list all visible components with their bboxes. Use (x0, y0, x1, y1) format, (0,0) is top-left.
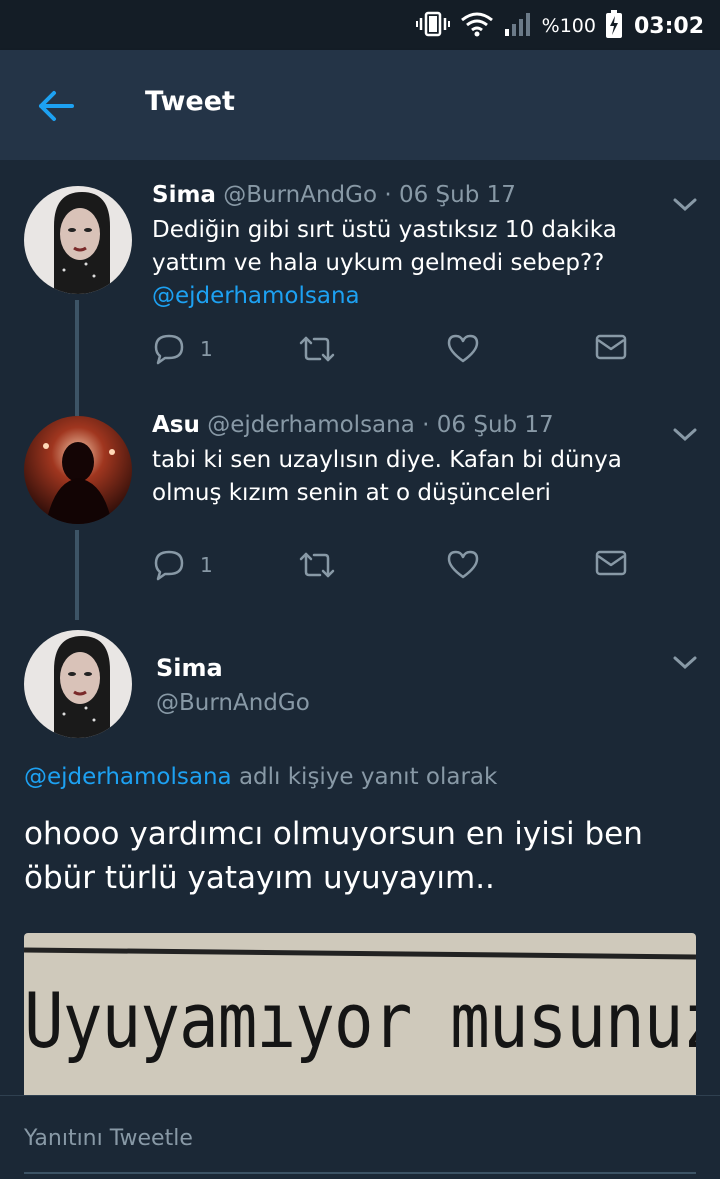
battery-percent: %100 (541, 15, 596, 37)
tweet-actions: 1 (152, 548, 642, 588)
page-title: Tweet (145, 86, 235, 117)
status-icons: %100 03:02 (415, 10, 704, 42)
tweet-actions: 1 (152, 332, 642, 372)
retweet-button[interactable] (298, 548, 336, 582)
tweet-text-body: Dediğin gibi sırt üstü yastıksız 10 daki… (152, 217, 617, 276)
status-bar: %100 03:02 (0, 0, 720, 50)
chevron-down-icon[interactable] (672, 426, 698, 444)
image-rule (24, 947, 696, 960)
avatar[interactable] (24, 630, 132, 738)
tweet-header: Asu @ejderhamolsana · 06 Şub 17 (152, 412, 554, 438)
direct-message-button[interactable] (594, 332, 628, 362)
author-name[interactable]: Sima (156, 654, 223, 682)
author-name[interactable]: Asu (152, 412, 200, 438)
reply-count: 1 (200, 553, 213, 577)
tweet-text: ohooo yardımcı olmuyorsun en iyisi ben ö… (24, 816, 643, 896)
mention-link[interactable]: @ejderhamolsana (24, 764, 232, 790)
reply-context-text: adlı kişiye yanıt olarak (231, 764, 498, 790)
tweet-text: Dediğin gibi sırt üstü yastıksız 10 daki… (152, 214, 682, 313)
reply-count: 1 (200, 337, 213, 361)
author-handle[interactable]: @ejderhamolsana (207, 412, 415, 438)
reply-placeholder: Yanıtını Tweetle (24, 1126, 193, 1151)
thread-connector (75, 530, 79, 620)
direct-message-button[interactable] (594, 548, 628, 578)
envelope-icon (595, 550, 627, 576)
heart-icon (447, 334, 479, 363)
reply-icon (154, 550, 184, 581)
tweet-date: · 06 Şub 17 (384, 182, 516, 208)
thread-tweet[interactable]: Sima @BurnAndGo · 06 Şub 17 Dediğin gibi… (0, 160, 720, 390)
tweet-date: · 06 Şub 17 (422, 412, 554, 438)
tweet-thread: Sima @BurnAndGo · 06 Şub 17 Dediğin gibi… (0, 160, 720, 1095)
envelope-icon (595, 334, 627, 360)
signal-icon (504, 11, 532, 41)
back-arrow-icon (39, 91, 74, 121)
reply-context: @ejderhamolsana adlı kişiye yanıt olarak (24, 764, 497, 790)
thread-tweet[interactable]: Asu @ejderhamolsana · 06 Şub 17 tabi ki … (0, 390, 720, 620)
clock: 03:02 (633, 13, 704, 39)
tweet-text: tabi ki sen uzaylısın diye. Kafan bi dün… (152, 447, 622, 506)
heart-icon (447, 550, 479, 579)
retweet-button[interactable] (298, 332, 336, 366)
vibrate-icon (415, 11, 450, 41)
tweet-header: Sima @BurnAndGo · 06 Şub 17 (152, 182, 516, 208)
author-name[interactable]: Sima (152, 182, 216, 208)
tweet-image[interactable]: Uyuyamıyor musunuz (24, 933, 696, 1095)
reply-button[interactable]: 1 (152, 548, 213, 582)
wifi-icon (460, 11, 494, 41)
reply-icon (154, 334, 184, 365)
chevron-down-icon[interactable] (672, 654, 698, 672)
reply-input[interactable]: Yanıtını Tweetle (24, 1096, 696, 1174)
retweet-icon (299, 552, 335, 578)
retweet-icon (299, 336, 335, 362)
author-handle[interactable]: @BurnAndGo (223, 182, 377, 208)
thread-connector (75, 390, 79, 416)
avatar[interactable] (24, 186, 132, 294)
author-handle[interactable]: @BurnAndGo (156, 690, 310, 716)
like-button[interactable] (446, 332, 480, 364)
mention-link[interactable]: @ejderhamolsana (152, 283, 360, 309)
reply-compose-bar: Yanıtını Tweetle (0, 1095, 720, 1179)
avatar[interactable] (24, 416, 132, 524)
like-button[interactable] (446, 548, 480, 580)
chevron-down-icon[interactable] (672, 196, 698, 214)
image-text: Uyuyamıyor musunuz (24, 977, 696, 1066)
back-button[interactable] (36, 86, 76, 126)
thread-connector (75, 300, 79, 390)
reply-button[interactable]: 1 (152, 332, 213, 366)
app-bar: Tweet (0, 50, 720, 160)
battery-charging-icon (605, 10, 622, 42)
